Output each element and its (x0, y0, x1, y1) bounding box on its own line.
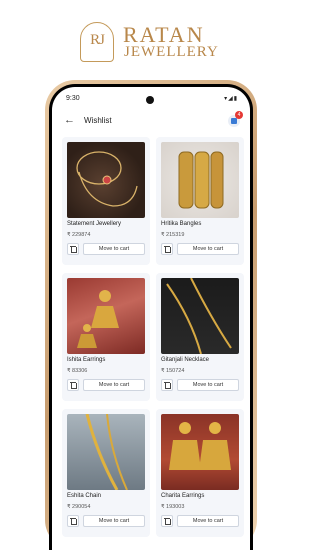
product-image[interactable] (67, 414, 145, 490)
bangles-illustration (178, 151, 224, 209)
status-time: 9:30 (66, 95, 80, 102)
product-image[interactable] (161, 414, 239, 490)
jhumka-earrings-illustration (169, 422, 231, 470)
brand-monogram: RJ (90, 32, 105, 48)
status-icons: ▾◢▮ (224, 96, 238, 102)
trash-icon[interactable] (161, 379, 173, 391)
trash-icon[interactable] (67, 243, 79, 255)
earrings-illustration (77, 290, 119, 348)
product-image[interactable] (67, 278, 145, 354)
wishlist-item[interactable]: Eshita Chain ₹ 290054 Move to cart (62, 409, 150, 537)
product-name: Gitanjali Necklace (161, 357, 210, 363)
cart-count-badge: 4 (235, 111, 243, 119)
app-bar: ← Wishlist 4 (52, 109, 250, 135)
move-to-cart-button[interactable]: Move to cart (83, 243, 145, 255)
trash-icon[interactable] (67, 515, 79, 527)
wishlist-item[interactable]: Statement Jewellery ₹ 229874 Move to car… (62, 137, 150, 265)
wishlist-item[interactable]: Charita Earrings ₹ 193003 Move to cart (156, 409, 244, 537)
product-name: Ishita Earrings (67, 357, 106, 363)
product-image[interactable] (161, 142, 239, 218)
app-screen: 9:30 ▾◢▮ ← Wishlist 4 Statement Jeweller… (52, 87, 250, 550)
wishlist-item[interactable]: Ishita Earrings ₹ 83306 Move to cart (62, 273, 150, 401)
wishlist-item[interactable]: Gitanjali Necklace ₹ 150724 Move to cart (156, 273, 244, 401)
product-image[interactable] (67, 142, 145, 218)
brand-logo-mark: RJ (80, 22, 114, 62)
product-image[interactable] (161, 278, 239, 354)
wishlist-item[interactable]: Hritika Bangles ₹ 215319 Move to cart (156, 137, 244, 265)
cart-icon (231, 118, 237, 124)
move-to-cart-button[interactable]: Move to cart (177, 379, 239, 391)
move-to-cart-button[interactable]: Move to cart (83, 515, 145, 527)
product-name: Eshita Chain (67, 493, 102, 499)
trash-icon[interactable] (161, 243, 173, 255)
chain-necklace-illustration (76, 151, 138, 207)
product-price: ₹ 229874 (67, 232, 91, 238)
brand-header: RJ RATAN JEWELLERY (0, 20, 300, 68)
product-name: Statement Jewellery (67, 221, 122, 227)
move-to-cart-button[interactable]: Move to cart (177, 515, 239, 527)
move-to-cart-button[interactable]: Move to cart (177, 243, 239, 255)
cart-button[interactable]: 4 (228, 111, 243, 127)
phone-frame: 9:30 ▾◢▮ ← Wishlist 4 Statement Jeweller… (45, 80, 257, 550)
product-price: ₹ 150724 (161, 368, 185, 374)
trash-icon[interactable] (161, 515, 173, 527)
move-to-cart-button[interactable]: Move to cart (83, 379, 145, 391)
product-name: Charita Earrings (161, 493, 205, 499)
brand-name-line2: JEWELLERY (124, 44, 219, 60)
back-arrow-icon[interactable]: ← (64, 114, 75, 126)
status-bar: 9:30 ▾◢▮ (52, 87, 250, 109)
product-price: ₹ 193003 (161, 504, 185, 510)
phone-screen: 9:30 ▾◢▮ ← Wishlist 4 Statement Jeweller… (49, 84, 253, 550)
product-name: Hritika Bangles (161, 221, 202, 227)
chain-illustration (85, 414, 128, 490)
camera-cutout (146, 96, 154, 104)
page-title: Wishlist (84, 116, 112, 125)
product-price: ₹ 290054 (67, 504, 91, 510)
necklace-chain-illustration (166, 278, 232, 354)
product-price: ₹ 83306 (67, 368, 88, 374)
product-price: ₹ 215319 (161, 232, 185, 238)
trash-icon[interactable] (67, 379, 79, 391)
